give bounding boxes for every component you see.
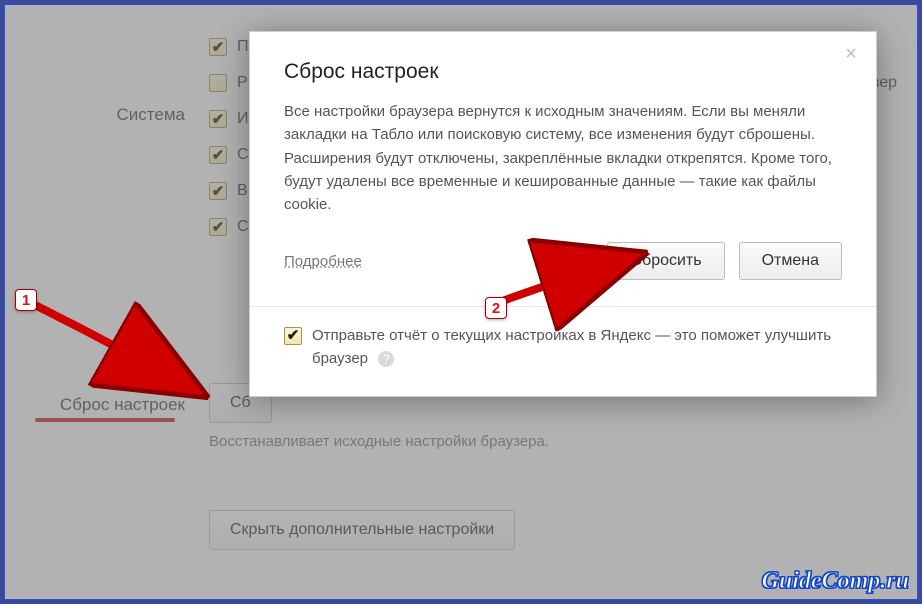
- cancel-button[interactable]: Отмена: [739, 242, 842, 280]
- reset-settings-dialog: × Сброс настроек Все настройки браузера …: [249, 31, 877, 397]
- watermark: GuideComp.ru: [762, 568, 909, 595]
- annotation-marker-2: 2: [485, 297, 507, 319]
- checkbox-icon[interactable]: [284, 327, 302, 345]
- close-icon[interactable]: ×: [840, 44, 862, 66]
- more-link[interactable]: Подробнее: [284, 253, 362, 270]
- help-icon[interactable]: ?: [378, 351, 394, 367]
- divider: [250, 306, 876, 307]
- settings-page: Система Сброс настроек Показывать иконку…: [5, 5, 917, 599]
- dialog-description: Все настройки браузера вернутся к исходн…: [284, 100, 842, 216]
- confirm-reset-button[interactable]: Сбросить: [607, 242, 724, 280]
- dialog-title: Сброс настроек: [284, 60, 842, 84]
- send-report-option[interactable]: Отправьте отчёт о текущих настройках в Я…: [284, 325, 842, 370]
- annotation-marker-1: 1: [15, 289, 37, 311]
